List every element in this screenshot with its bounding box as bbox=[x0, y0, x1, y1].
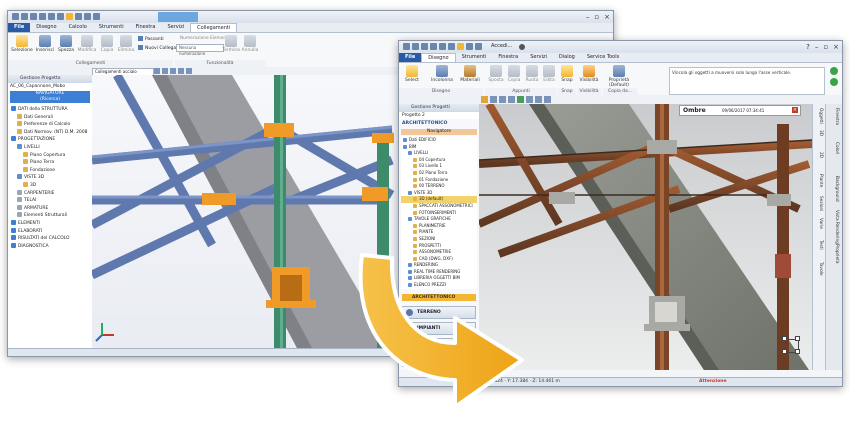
transition-arrow bbox=[358, 253, 524, 409]
curved-arrow-icon bbox=[358, 253, 524, 409]
